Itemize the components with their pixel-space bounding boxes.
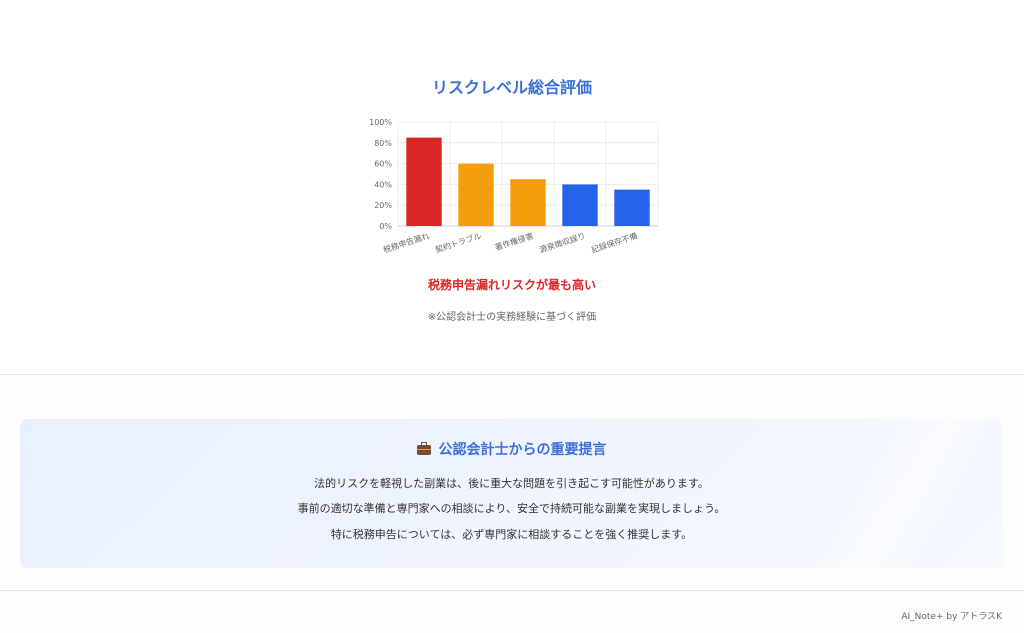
bar: [562, 184, 598, 226]
x-tick-label: 著作権侵害: [493, 230, 534, 252]
footer-divider: [0, 590, 1024, 591]
y-tick-label: 40%: [374, 180, 392, 189]
proposal-card: 公認会計士からの重要提言 法的リスクを軽視した副業は、後に重大な問題を引き起こす…: [20, 419, 1003, 568]
proposal-line-3: 特に税務申告については、必ず専門家に相談することを強く推奨します。: [330, 528, 693, 541]
y-tick-label: 20%: [374, 201, 392, 210]
briefcase-icon: [416, 442, 431, 455]
chart-title: リスクレベル総合評価: [431, 78, 592, 97]
bar: [510, 179, 546, 226]
x-tick-label: 記録保存不備: [590, 230, 639, 254]
y-tick-label: 80%: [374, 139, 392, 148]
section-divider: [0, 374, 1024, 375]
proposal-title: 公認会計士からの重要提言: [438, 442, 607, 458]
x-tick-label: 税務申告漏れ: [382, 230, 431, 254]
footer-credit: AI_Note+ by アトラスK: [901, 612, 1002, 622]
x-tick-label: 契約トラブル: [434, 230, 483, 254]
proposal-header: 公認会計士からの重要提言: [20, 439, 1003, 459]
bar: [406, 137, 442, 226]
y-tick-label: 60%: [374, 160, 392, 169]
y-tick-label: 100%: [369, 118, 392, 127]
proposal-line-1: 法的リスクを軽視した副業は、後に重大な問題を引き起こす可能性があります。: [314, 477, 709, 490]
proposal-line-2: 事前の適切な準備と専門家への相談により、安全で持続可能な副業を実現しましょう。: [297, 502, 726, 515]
x-tick-label: 源泉徴収誤り: [538, 230, 587, 254]
highest-risk-note: 税務申告漏れリスクが最も高い: [427, 278, 596, 292]
y-tick-label: 0%: [379, 222, 392, 231]
bar: [614, 189, 650, 226]
risk-chart-section: リスクレベル総合評価 0% 20% 40% 60% 80% 100% 税務申告漏れ 契約トラブ…: [0, 0, 1024, 374]
bar: [458, 163, 494, 226]
source-note: ※公認会計士の実務経験に基づく評価: [427, 312, 597, 323]
risk-bar-chart: 0% 20% 40% 60% 80% 100% 税務申告漏れ 契約トラブル 著作権侵害 源泉徴収誤…: [369, 118, 659, 255]
